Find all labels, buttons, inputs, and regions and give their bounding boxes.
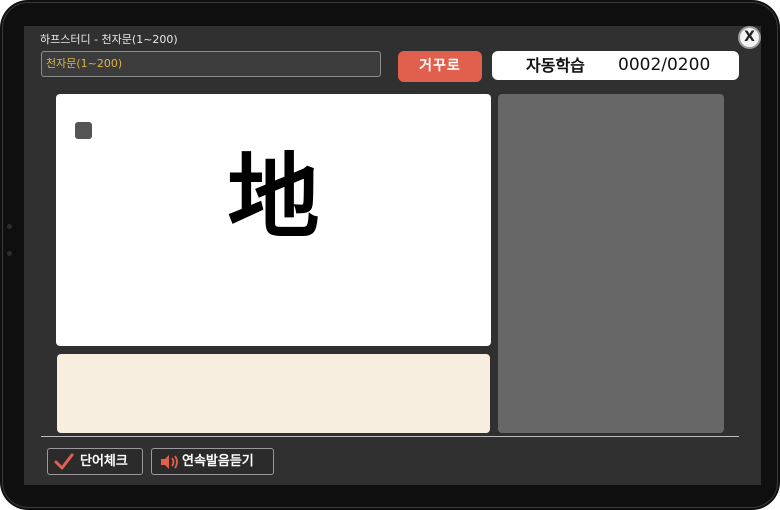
- auto-study-panel[interactable]: 자동학습 0002/0200: [492, 51, 739, 80]
- word-check-label: 단어체크: [80, 454, 128, 469]
- side-panel: [498, 94, 724, 433]
- flashcard[interactable]: 地: [56, 94, 491, 346]
- checkmark-icon: [54, 453, 74, 470]
- auto-study-label: 자동학습: [526, 56, 585, 75]
- app-screen: 하프스터디 - 천자문(1~200) X 천자문(1~200) 거꾸로 자동학습…: [24, 26, 761, 485]
- tablet-frame: 하프스터디 - 천자문(1~200) X 천자문(1~200) 거꾸로 자동학습…: [0, 0, 780, 510]
- close-button[interactable]: X: [738, 26, 761, 49]
- progress-counter: 0002/0200: [618, 55, 711, 75]
- continuous-play-button[interactable]: 연속발음듣기: [151, 448, 274, 475]
- hanja-character: 地: [227, 144, 320, 251]
- word-check-button[interactable]: 단어체크: [47, 448, 143, 475]
- close-icon: X: [744, 29, 755, 45]
- continuous-play-label: 연속발음듣기: [182, 454, 254, 469]
- course-select[interactable]: 천자문(1~200): [41, 51, 381, 77]
- window-title: 하프스터디 - 천자문(1~200): [40, 33, 178, 46]
- sensor-dot: [7, 224, 12, 229]
- meaning-panel[interactable]: [57, 354, 490, 433]
- speaker-icon: [161, 455, 178, 469]
- reverse-button[interactable]: 거꾸로: [398, 51, 482, 82]
- camera-dot: [7, 251, 12, 256]
- card-checkbox[interactable]: [75, 122, 92, 139]
- divider: [41, 436, 739, 437]
